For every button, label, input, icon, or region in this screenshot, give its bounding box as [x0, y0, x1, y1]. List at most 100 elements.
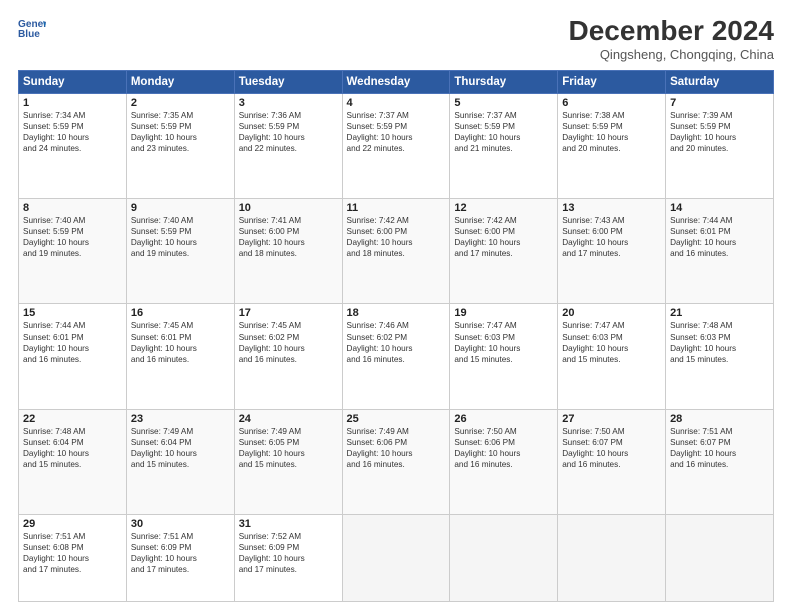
calendar-cell: [558, 515, 666, 602]
calendar-cell: 17Sunrise: 7:45 AM Sunset: 6:02 PM Dayli…: [234, 304, 342, 409]
weekday-sunday: Sunday: [19, 70, 127, 93]
title-area: December 2024 Qingsheng, Chongqing, Chin…: [569, 16, 774, 62]
calendar-cell: 15Sunrise: 7:44 AM Sunset: 6:01 PM Dayli…: [19, 304, 127, 409]
day-info: Sunrise: 7:45 AM Sunset: 6:02 PM Dayligh…: [239, 320, 338, 364]
week-row-5: 29Sunrise: 7:51 AM Sunset: 6:08 PM Dayli…: [19, 515, 774, 602]
calendar-cell: 16Sunrise: 7:45 AM Sunset: 6:01 PM Dayli…: [126, 304, 234, 409]
day-number: 27: [562, 413, 661, 425]
day-info: Sunrise: 7:34 AM Sunset: 5:59 PM Dayligh…: [23, 110, 122, 154]
day-number: 5: [454, 97, 553, 109]
day-info: Sunrise: 7:51 AM Sunset: 6:07 PM Dayligh…: [670, 426, 769, 470]
weekday-header-row: SundayMondayTuesdayWednesdayThursdayFrid…: [19, 70, 774, 93]
day-number: 14: [670, 202, 769, 214]
calendar-cell: 5Sunrise: 7:37 AM Sunset: 5:59 PM Daylig…: [450, 93, 558, 198]
day-info: Sunrise: 7:52 AM Sunset: 6:09 PM Dayligh…: [239, 531, 338, 575]
page: General Blue December 2024 Qingsheng, Ch…: [0, 0, 792, 612]
day-info: Sunrise: 7:50 AM Sunset: 6:07 PM Dayligh…: [562, 426, 661, 470]
day-number: 28: [670, 413, 769, 425]
calendar-cell: 10Sunrise: 7:41 AM Sunset: 6:00 PM Dayli…: [234, 199, 342, 304]
day-info: Sunrise: 7:50 AM Sunset: 6:06 PM Dayligh…: [454, 426, 553, 470]
day-number: 12: [454, 202, 553, 214]
day-info: Sunrise: 7:49 AM Sunset: 6:06 PM Dayligh…: [347, 426, 446, 470]
calendar-cell: 21Sunrise: 7:48 AM Sunset: 6:03 PM Dayli…: [666, 304, 774, 409]
calendar-cell: 9Sunrise: 7:40 AM Sunset: 5:59 PM Daylig…: [126, 199, 234, 304]
calendar-cell: 27Sunrise: 7:50 AM Sunset: 6:07 PM Dayli…: [558, 409, 666, 514]
day-info: Sunrise: 7:51 AM Sunset: 6:09 PM Dayligh…: [131, 531, 230, 575]
logo: General Blue: [18, 16, 46, 44]
day-number: 2: [131, 97, 230, 109]
calendar-cell: 20Sunrise: 7:47 AM Sunset: 6:03 PM Dayli…: [558, 304, 666, 409]
week-row-2: 8Sunrise: 7:40 AM Sunset: 5:59 PM Daylig…: [19, 199, 774, 304]
day-number: 15: [23, 307, 122, 319]
day-number: 9: [131, 202, 230, 214]
logo-icon: General Blue: [18, 16, 46, 44]
day-info: Sunrise: 7:37 AM Sunset: 5:59 PM Dayligh…: [347, 110, 446, 154]
calendar-cell: 19Sunrise: 7:47 AM Sunset: 6:03 PM Dayli…: [450, 304, 558, 409]
day-number: 18: [347, 307, 446, 319]
calendar-cell: 8Sunrise: 7:40 AM Sunset: 5:59 PM Daylig…: [19, 199, 127, 304]
day-info: Sunrise: 7:49 AM Sunset: 6:05 PM Dayligh…: [239, 426, 338, 470]
calendar-cell: 25Sunrise: 7:49 AM Sunset: 6:06 PM Dayli…: [342, 409, 450, 514]
weekday-thursday: Thursday: [450, 70, 558, 93]
day-info: Sunrise: 7:47 AM Sunset: 6:03 PM Dayligh…: [454, 320, 553, 364]
calendar-cell: 28Sunrise: 7:51 AM Sunset: 6:07 PM Dayli…: [666, 409, 774, 514]
day-info: Sunrise: 7:36 AM Sunset: 5:59 PM Dayligh…: [239, 110, 338, 154]
weekday-saturday: Saturday: [666, 70, 774, 93]
calendar-cell: 3Sunrise: 7:36 AM Sunset: 5:59 PM Daylig…: [234, 93, 342, 198]
calendar-cell: 30Sunrise: 7:51 AM Sunset: 6:09 PM Dayli…: [126, 515, 234, 602]
svg-text:Blue: Blue: [18, 29, 40, 40]
day-info: Sunrise: 7:37 AM Sunset: 5:59 PM Dayligh…: [454, 110, 553, 154]
month-title: December 2024: [569, 16, 774, 47]
calendar-cell: 7Sunrise: 7:39 AM Sunset: 5:59 PM Daylig…: [666, 93, 774, 198]
week-row-3: 15Sunrise: 7:44 AM Sunset: 6:01 PM Dayli…: [19, 304, 774, 409]
day-number: 8: [23, 202, 122, 214]
week-row-1: 1Sunrise: 7:34 AM Sunset: 5:59 PM Daylig…: [19, 93, 774, 198]
day-number: 21: [670, 307, 769, 319]
calendar-cell: 12Sunrise: 7:42 AM Sunset: 6:00 PM Dayli…: [450, 199, 558, 304]
calendar-cell: 23Sunrise: 7:49 AM Sunset: 6:04 PM Dayli…: [126, 409, 234, 514]
day-number: 19: [454, 307, 553, 319]
calendar-cell: [666, 515, 774, 602]
calendar-cell: [342, 515, 450, 602]
day-number: 1: [23, 97, 122, 109]
day-number: 17: [239, 307, 338, 319]
calendar-cell: [450, 515, 558, 602]
day-info: Sunrise: 7:40 AM Sunset: 5:59 PM Dayligh…: [23, 215, 122, 259]
day-number: 31: [239, 518, 338, 530]
day-info: Sunrise: 7:38 AM Sunset: 5:59 PM Dayligh…: [562, 110, 661, 154]
day-info: Sunrise: 7:51 AM Sunset: 6:08 PM Dayligh…: [23, 531, 122, 575]
day-number: 6: [562, 97, 661, 109]
calendar-cell: 18Sunrise: 7:46 AM Sunset: 6:02 PM Dayli…: [342, 304, 450, 409]
day-number: 13: [562, 202, 661, 214]
day-number: 11: [347, 202, 446, 214]
location: Qingsheng, Chongqing, China: [569, 47, 774, 62]
day-info: Sunrise: 7:44 AM Sunset: 6:01 PM Dayligh…: [23, 320, 122, 364]
day-number: 3: [239, 97, 338, 109]
day-number: 29: [23, 518, 122, 530]
day-info: Sunrise: 7:48 AM Sunset: 6:03 PM Dayligh…: [670, 320, 769, 364]
weekday-tuesday: Tuesday: [234, 70, 342, 93]
day-number: 7: [670, 97, 769, 109]
day-number: 10: [239, 202, 338, 214]
day-info: Sunrise: 7:42 AM Sunset: 6:00 PM Dayligh…: [454, 215, 553, 259]
calendar-table: SundayMondayTuesdayWednesdayThursdayFrid…: [18, 70, 774, 602]
day-number: 20: [562, 307, 661, 319]
calendar-cell: 4Sunrise: 7:37 AM Sunset: 5:59 PM Daylig…: [342, 93, 450, 198]
weekday-friday: Friday: [558, 70, 666, 93]
day-info: Sunrise: 7:44 AM Sunset: 6:01 PM Dayligh…: [670, 215, 769, 259]
day-number: 26: [454, 413, 553, 425]
calendar-cell: 24Sunrise: 7:49 AM Sunset: 6:05 PM Dayli…: [234, 409, 342, 514]
day-info: Sunrise: 7:45 AM Sunset: 6:01 PM Dayligh…: [131, 320, 230, 364]
day-number: 4: [347, 97, 446, 109]
day-info: Sunrise: 7:43 AM Sunset: 6:00 PM Dayligh…: [562, 215, 661, 259]
calendar-cell: 2Sunrise: 7:35 AM Sunset: 5:59 PM Daylig…: [126, 93, 234, 198]
day-info: Sunrise: 7:47 AM Sunset: 6:03 PM Dayligh…: [562, 320, 661, 364]
calendar-cell: 31Sunrise: 7:52 AM Sunset: 6:09 PM Dayli…: [234, 515, 342, 602]
day-info: Sunrise: 7:48 AM Sunset: 6:04 PM Dayligh…: [23, 426, 122, 470]
weekday-monday: Monday: [126, 70, 234, 93]
calendar-cell: 11Sunrise: 7:42 AM Sunset: 6:00 PM Dayli…: [342, 199, 450, 304]
day-number: 23: [131, 413, 230, 425]
calendar-cell: 6Sunrise: 7:38 AM Sunset: 5:59 PM Daylig…: [558, 93, 666, 198]
calendar-cell: 1Sunrise: 7:34 AM Sunset: 5:59 PM Daylig…: [19, 93, 127, 198]
calendar-cell: 26Sunrise: 7:50 AM Sunset: 6:06 PM Dayli…: [450, 409, 558, 514]
